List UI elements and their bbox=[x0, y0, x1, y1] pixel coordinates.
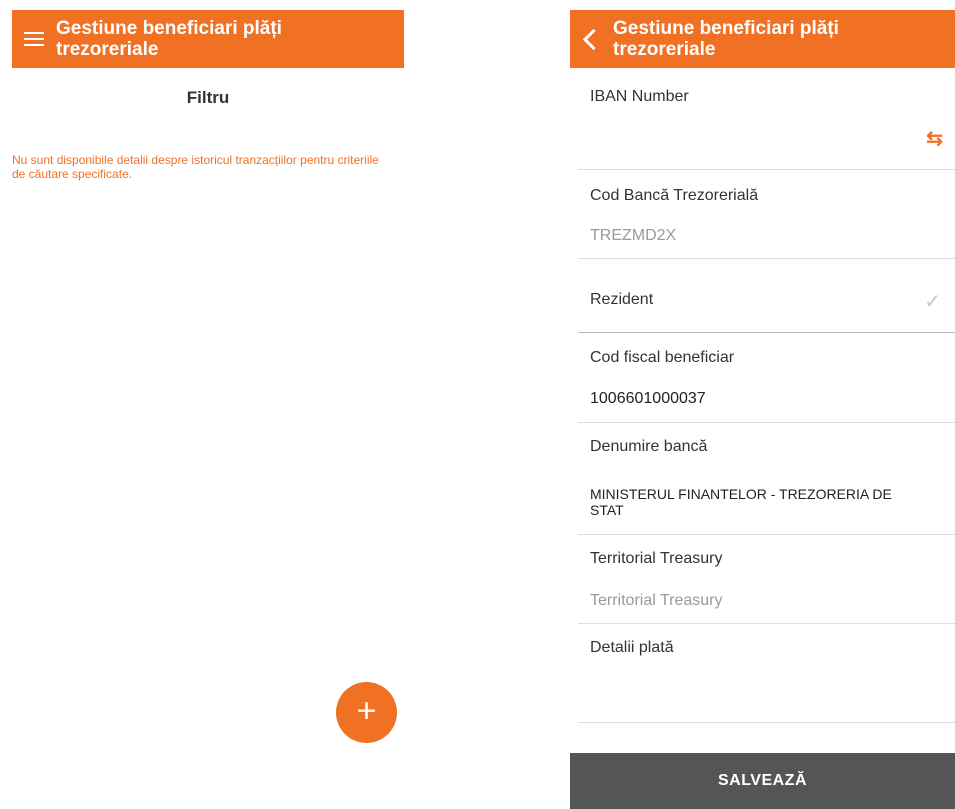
page-title-line2: trezoreriale bbox=[613, 39, 716, 60]
bank-code-placeholder: TREZMD2X bbox=[590, 227, 677, 244]
bank-code-field[interactable]: Cod Bancă Trezorerială TREZMD2X bbox=[578, 169, 955, 259]
territorial-treasury-field[interactable]: Territorial Treasury Territorial Treasur… bbox=[578, 534, 955, 624]
page-title: Gestiune beneficiari plăți trezoreriale bbox=[56, 18, 282, 60]
hamburger-icon[interactable] bbox=[24, 32, 44, 46]
payment-details-field[interactable]: Detalii plată bbox=[578, 623, 955, 723]
fiscal-code-field[interactable]: Cod fiscal beneficiar 1006601000037 bbox=[578, 332, 955, 423]
save-button[interactable]: SALVEAZĂ bbox=[570, 753, 955, 809]
empty-state-message: Nu sunt disponibile detalii despre istor… bbox=[12, 153, 379, 181]
bank-name-value-line2: STAT bbox=[590, 502, 624, 518]
swap-icon[interactable]: ⇆ bbox=[926, 126, 943, 151]
bank-code-label: Cod Bancă Trezorerială bbox=[590, 187, 759, 204]
bank-name-value: MINISTERUL FINANTELOR - TREZORERIA DE ST… bbox=[590, 486, 892, 518]
filter-button[interactable]: Filtru bbox=[12, 88, 404, 108]
page-title-line1: Gestiune beneficiari plăți bbox=[56, 18, 282, 39]
page-title-line2: trezoreriale bbox=[56, 39, 159, 60]
territorial-treasury-placeholder: Territorial Treasury bbox=[590, 592, 723, 609]
page-title-line1: Gestiune beneficiari plăți bbox=[613, 18, 839, 39]
bank-name-field[interactable]: Denumire bancă MINISTERUL FINANTELOR - T… bbox=[578, 422, 955, 535]
page-title: Gestiune beneficiari plăți trezoreriale bbox=[613, 18, 839, 60]
iban-field[interactable]: IBAN Number ⇆ bbox=[578, 68, 955, 170]
iban-label: IBAN Number bbox=[590, 88, 689, 105]
payment-details-label: Detalii plată bbox=[590, 639, 674, 656]
beneficiary-form-screen: Gestiune beneficiari plăți trezoreriale … bbox=[570, 0, 955, 809]
chevron-left-icon[interactable] bbox=[582, 28, 605, 50]
bank-name-label: Denumire bancă bbox=[590, 438, 708, 455]
fiscal-code-value: 1006601000037 bbox=[590, 390, 706, 407]
add-beneficiary-button[interactable]: + bbox=[336, 682, 397, 743]
resident-toggle[interactable]: Rezident ✓ bbox=[578, 258, 955, 333]
territorial-treasury-label: Territorial Treasury bbox=[590, 550, 723, 567]
app-bar: Gestiune beneficiari plăți trezoreriale bbox=[570, 10, 955, 68]
check-icon[interactable]: ✓ bbox=[924, 289, 941, 314]
fiscal-code-label: Cod fiscal beneficiar bbox=[590, 349, 735, 366]
resident-label: Rezident bbox=[590, 291, 654, 308]
app-bar: Gestiune beneficiari plăți trezoreriale bbox=[12, 10, 404, 68]
bank-name-value-line1: MINISTERUL FINANTELOR - TREZORERIA DE bbox=[590, 486, 892, 502]
beneficiaries-list-screen: Gestiune beneficiari plăți trezoreriale … bbox=[12, 0, 404, 809]
